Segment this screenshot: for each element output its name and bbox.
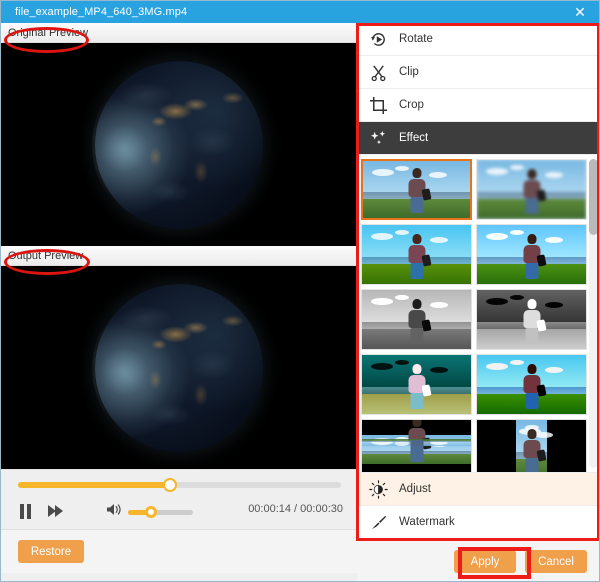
earth-globe-graphic-output — [92, 280, 266, 455]
pause-button[interactable] — [12, 499, 38, 523]
volume-handle[interactable] — [144, 505, 157, 518]
pause-icon — [19, 503, 31, 519]
edit-tools-panel: Rotate Clip Crop Effect Adjust Watermark… — [357, 23, 599, 581]
output-video-preview[interactable] — [1, 266, 357, 469]
menu-item-crop[interactable]: Crop — [357, 89, 599, 122]
menu-label-watermark: Watermark — [399, 516, 455, 528]
effects-scrollbar-track[interactable] — [589, 159, 598, 468]
output-preview-label: Output Preview — [8, 249, 84, 262]
effect-thumbnail[interactable] — [476, 159, 587, 220]
effect-thumbnail[interactable] — [476, 354, 587, 415]
effects-thumbnail-area[interactable] — [357, 155, 599, 473]
playback-controls: 00:00:14 / 00:00:30 — [1, 469, 357, 529]
menu-item-clip[interactable]: Clip — [357, 56, 599, 89]
timeline-slider[interactable] — [18, 478, 341, 492]
effect-thumbnail[interactable] — [361, 419, 472, 472]
menu-item-effect[interactable]: Effect — [357, 122, 599, 155]
rotate-icon — [357, 30, 399, 49]
menu-item-rotate[interactable]: Rotate — [357, 23, 599, 56]
effects-grid — [361, 159, 587, 472]
right-footer-bar: Apply Cancel — [357, 539, 599, 581]
brightness-icon — [357, 479, 399, 499]
effects-scrollbar-thumb[interactable] — [589, 159, 598, 235]
volume-control[interactable] — [106, 503, 193, 521]
menu-item-watermark[interactable]: Watermark — [357, 506, 599, 539]
menu-label-rotate: Rotate — [399, 33, 433, 45]
effect-thumbnail[interactable] — [361, 354, 472, 415]
window-title: file_example_MP4_640_3MG.mp4 — [15, 6, 188, 18]
apply-button[interactable]: Apply — [454, 550, 516, 573]
menu-label-crop: Crop — [399, 99, 424, 111]
sparkles-icon — [357, 129, 399, 148]
effect-thumbnail[interactable] — [476, 289, 587, 350]
cancel-button[interactable]: Cancel — [525, 550, 587, 573]
restore-button[interactable]: Restore — [18, 540, 84, 563]
brush-icon — [357, 513, 399, 532]
effect-thumbnail[interactable] — [361, 224, 472, 285]
close-icon[interactable]: ✕ — [559, 1, 599, 23]
preview-column: Original Preview Output Preview 00:00:14… — [1, 23, 357, 581]
title-bar: file_example_MP4_640_3MG.mp4 ✕ — [1, 1, 599, 23]
scissors-icon — [357, 63, 399, 82]
effect-thumbnail[interactable] — [476, 224, 587, 285]
time-display: 00:00:14 / 00:00:30 — [248, 503, 343, 515]
effect-thumbnail[interactable] — [476, 419, 587, 472]
original-preview-label: Original Preview — [8, 26, 89, 39]
effect-thumbnail[interactable] — [361, 289, 472, 350]
menu-item-adjust[interactable]: Adjust — [357, 473, 599, 506]
earth-globe-graphic — [92, 57, 266, 232]
menu-label-effect: Effect — [399, 132, 429, 144]
video-editor-window: file_example_MP4_640_3MG.mp4 ✕ Original … — [0, 0, 600, 582]
menu-label-clip: Clip — [399, 66, 419, 78]
fast-forward-icon — [47, 504, 64, 518]
output-preview-header: Output Preview — [1, 246, 357, 266]
crop-icon — [357, 96, 399, 115]
speaker-icon — [106, 503, 122, 521]
volume-slider[interactable] — [128, 505, 193, 518]
timeline-handle[interactable] — [162, 478, 177, 492]
original-preview-header: Original Preview — [1, 23, 357, 43]
left-footer-bar: Restore — [1, 529, 357, 573]
effect-thumbnail[interactable] — [361, 159, 472, 220]
menu-label-adjust: Adjust — [399, 483, 431, 495]
fast-forward-button[interactable] — [42, 499, 68, 523]
original-video-preview[interactable] — [1, 43, 357, 246]
